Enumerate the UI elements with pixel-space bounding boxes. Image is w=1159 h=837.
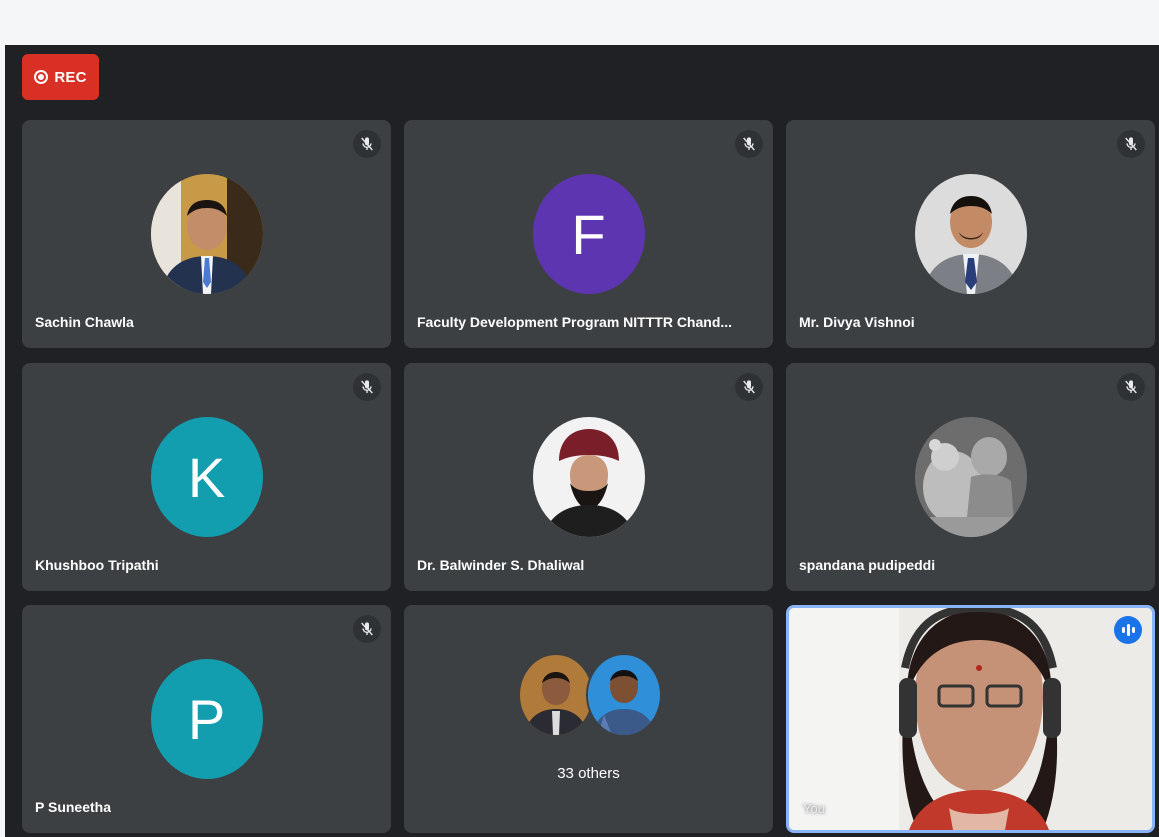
participant-name: P Suneetha — [35, 799, 111, 815]
avatar-initial: F — [571, 202, 606, 266]
participant-name: spandana pudipeddi — [799, 557, 936, 573]
participant-avatar — [150, 174, 263, 294]
rec-label: REC — [54, 68, 87, 86]
participant-tile-faculty-development-program[interactable]: F Faculty Development Program NITTTR Cha… — [404, 120, 773, 348]
speaking-indicator-icon — [1114, 616, 1142, 644]
participant-tile-sachin-chawla[interactable]: Sachin Chawla — [22, 120, 391, 348]
participant-avatar — [914, 417, 1027, 537]
avatar-initial: P — [187, 687, 226, 751]
others-count: 33 others — [557, 765, 620, 782]
participant-tile-divya-vishnoi[interactable]: Mr. Divya Vishnoi — [786, 120, 1155, 348]
participant-avatar — [532, 417, 645, 537]
avatar-initial: K — [187, 445, 226, 509]
recording-indicator: REC — [22, 54, 99, 100]
participant-tile-khushboo-tripathi[interactable]: K Khushboo Tripathi — [22, 363, 391, 591]
record-icon — [34, 70, 49, 84]
participant-avatar: F — [532, 174, 645, 294]
self-view-tile[interactable]: You — [786, 605, 1155, 833]
self-video — [789, 608, 1152, 830]
participant-tile-balwinder-dhaliwal[interactable]: Dr. Balwinder S. Dhaliwal — [404, 363, 773, 591]
participant-tile-spandana-pudipeddi[interactable]: spandana pudipeddi — [786, 363, 1155, 591]
mic-off-icon — [353, 130, 381, 158]
mic-off-icon — [353, 615, 381, 643]
meeting-stage: REC Sachin Chawla F Faculty Development … — [5, 45, 1159, 837]
participant-avatar: P — [150, 659, 263, 779]
mic-off-icon — [735, 130, 763, 158]
participant-name: Sachin Chawla — [35, 314, 134, 330]
others-avatar — [517, 653, 594, 737]
participant-name: Dr. Balwinder S. Dhaliwal — [417, 557, 585, 573]
mic-off-icon — [1117, 373, 1145, 401]
others-avatar — [585, 653, 662, 737]
mic-off-icon — [1117, 130, 1145, 158]
others-avatars — [517, 653, 662, 737]
participant-name: Mr. Divya Vishnoi — [799, 314, 915, 330]
self-label: You — [803, 801, 825, 816]
others-tile[interactable]: 33 others — [404, 605, 773, 833]
participant-tile-p-suneetha[interactable]: P P Suneetha — [22, 605, 391, 833]
participant-name: Khushboo Tripathi — [35, 557, 159, 573]
mic-off-icon — [735, 373, 763, 401]
participant-name: Faculty Development Program NITTTR Chand… — [417, 314, 733, 330]
participant-avatar: K — [150, 417, 263, 537]
participant-avatar — [914, 174, 1027, 294]
mic-off-icon — [353, 373, 381, 401]
